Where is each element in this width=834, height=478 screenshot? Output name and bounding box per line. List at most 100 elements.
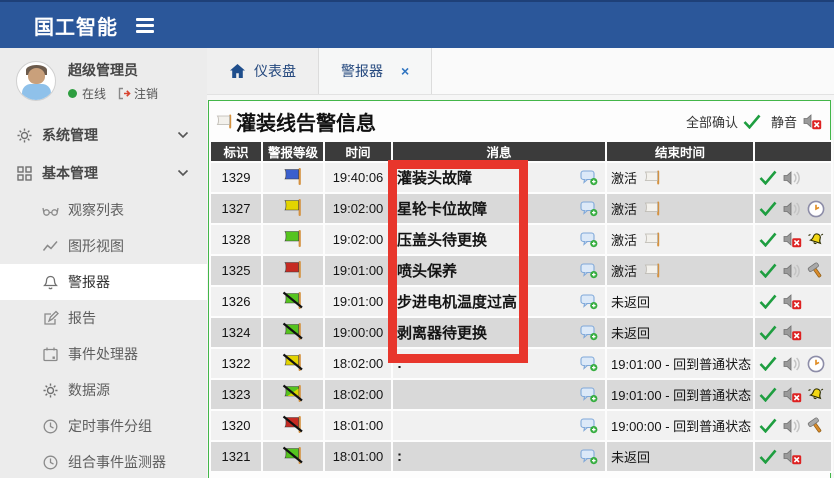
sidebar-item-图形视图[interactable]: 图形视图 <box>0 228 207 264</box>
mute-button[interactable]: 静音 <box>771 112 822 131</box>
avatar[interactable] <box>16 61 56 101</box>
user-name: 超级管理员 <box>68 60 158 80</box>
table-row[interactable]: 1320 18:01:00 19:00:00 - 回到普通状态 <box>211 411 831 440</box>
alarm-end-status: 激活 <box>611 261 637 280</box>
panel-title: 灌装线告警信息 <box>215 107 376 136</box>
alarm-time: 19:40:06 <box>325 163 391 192</box>
speaker-on-icon[interactable] <box>782 263 802 279</box>
table-row[interactable]: 1324 19:00:00 剥离器待更换 未返回 <box>211 318 831 347</box>
table-row[interactable]: 1323 18:02:00 19:01:00 - 回到普通状态 <box>211 380 831 409</box>
sidebar-item-基本管理[interactable]: 基本管理 <box>0 154 207 192</box>
message-bubble-icon[interactable] <box>580 324 599 341</box>
message-bubble-icon[interactable] <box>580 262 599 279</box>
message-bubble-icon[interactable] <box>580 293 599 310</box>
chart-icon <box>42 238 59 255</box>
sidebar-item-label: 定时事件分组 <box>68 416 152 436</box>
sidebar-item-label: 数据源 <box>68 380 110 400</box>
check-icon[interactable] <box>759 263 777 278</box>
message-bubble-icon[interactable] <box>580 169 599 186</box>
message-bubble-icon[interactable] <box>580 355 599 372</box>
alarm-message: : <box>397 355 402 372</box>
alarm-level-flag-icon <box>282 415 304 434</box>
check-icon[interactable] <box>759 418 777 433</box>
alarm-end-status: 19:00:00 - 回到普通状态 <box>611 416 751 435</box>
alarm-end-status: 激活 <box>611 230 637 249</box>
table-row[interactable]: 1325 19:01:00 喷头保养 激活 <box>211 256 831 285</box>
speaker-muted-icon[interactable] <box>782 448 802 465</box>
alarm-level-flag-icon <box>282 384 304 403</box>
clock-icon[interactable] <box>807 355 825 373</box>
hamburger-menu-icon[interactable] <box>136 18 154 33</box>
mute-label: 静音 <box>771 112 797 131</box>
tab-alarms[interactable]: 警报器 × <box>319 48 432 94</box>
message-bubble-icon[interactable] <box>580 231 599 248</box>
check-icon[interactable] <box>759 232 777 247</box>
sidebar-item-观察列表[interactable]: 观察列表 <box>0 192 207 228</box>
clock-icon[interactable] <box>807 200 825 218</box>
confirm-all-label: 全部确认 <box>686 112 738 131</box>
chevron-down-icon <box>177 169 189 177</box>
hammer-icon[interactable] <box>807 417 826 434</box>
check-icon[interactable] <box>759 449 777 464</box>
bell-icon[interactable] <box>807 386 825 403</box>
row-actions <box>759 293 827 310</box>
alarm-level-flag-icon <box>282 353 304 372</box>
alarm-id: 1321 <box>211 442 261 471</box>
speaker-on-icon[interactable] <box>782 170 802 186</box>
check-icon[interactable] <box>759 387 777 402</box>
speaker-muted-icon[interactable] <box>782 324 802 341</box>
bell-icon[interactable] <box>807 231 825 248</box>
active-flag-icon <box>643 231 662 248</box>
sidebar-item-报告[interactable]: 报告 <box>0 300 207 336</box>
check-icon[interactable] <box>759 356 777 371</box>
check-icon[interactable] <box>759 294 777 309</box>
alarm-id: 1326 <box>211 287 261 316</box>
home-icon <box>229 63 246 79</box>
table-row[interactable]: 1329 19:40:06 灌装头故障 激活 <box>211 163 831 192</box>
alarm-end-status: 19:01:00 - 回到普通状态 <box>611 385 751 404</box>
speaker-on-icon[interactable] <box>782 356 802 372</box>
speaker-muted-icon[interactable] <box>782 231 802 248</box>
alarm-id: 1322 <box>211 349 261 378</box>
sidebar-item-警报器[interactable]: 警报器 <box>0 264 207 300</box>
online-status-label: 在线 <box>82 85 106 102</box>
table-row[interactable]: 1327 19:02:00 星轮卡位故障 激活 <box>211 194 831 223</box>
message-bubble-icon[interactable] <box>580 200 599 217</box>
alarm-id: 1324 <box>211 318 261 347</box>
check-icon[interactable] <box>759 170 777 185</box>
grid-icon <box>16 165 33 182</box>
sidebar: 超级管理员 在线 注销 系统管理基本管理观察列表图形视图警报器报告事件处理器数据… <box>0 48 207 478</box>
logout-button[interactable]: 注销 <box>117 85 158 102</box>
hammer-icon[interactable] <box>807 262 826 279</box>
table-row[interactable]: 1328 19:02:00 压盖头待更换 激活 <box>211 225 831 254</box>
col-header-time: 时间 <box>325 142 391 161</box>
confirm-all-button[interactable]: 全部确认 <box>686 112 761 131</box>
table-row[interactable]: 1321 18:01:00 : 未返回 <box>211 442 831 471</box>
alarm-message: 喷头保养 <box>397 263 457 280</box>
sidebar-item-组合事件监测器[interactable]: 组合事件监测器 <box>0 444 207 478</box>
table-row[interactable]: 1322 18:02:00 : 19:01:00 - 回到普通状态 <box>211 349 831 378</box>
table-row[interactable]: 1326 19:01:00 步进电机温度过高 未返回 <box>211 287 831 316</box>
sidebar-item-数据源[interactable]: 数据源 <box>0 372 207 408</box>
message-bubble-icon[interactable] <box>580 386 599 403</box>
speaker-muted-icon[interactable] <box>782 293 802 310</box>
message-bubble-icon[interactable] <box>580 448 599 465</box>
sidebar-item-系统管理[interactable]: 系统管理 <box>0 116 207 154</box>
sidebar-item-定时事件分组[interactable]: 定时事件分组 <box>0 408 207 444</box>
check-icon[interactable] <box>759 201 777 216</box>
user-panel: 超级管理员 在线 注销 <box>0 48 207 112</box>
message-bubble-icon[interactable] <box>580 417 599 434</box>
speaker-on-icon[interactable] <box>782 201 802 217</box>
chevron-down-icon <box>177 131 189 139</box>
col-header-endtime: 结束时间 <box>607 142 753 161</box>
check-icon[interactable] <box>759 325 777 340</box>
sidebar-item-事件处理器[interactable]: 事件处理器 <box>0 336 207 372</box>
row-actions <box>759 417 827 434</box>
sidebar-item-label: 警报器 <box>68 272 110 292</box>
tab-close-icon[interactable]: × <box>401 63 409 79</box>
col-header-actions <box>755 142 831 161</box>
speaker-on-icon[interactable] <box>782 418 802 434</box>
edit-icon <box>42 310 59 327</box>
tab-dashboard[interactable]: 仪表盘 <box>207 48 319 94</box>
speaker-muted-icon[interactable] <box>782 386 802 403</box>
